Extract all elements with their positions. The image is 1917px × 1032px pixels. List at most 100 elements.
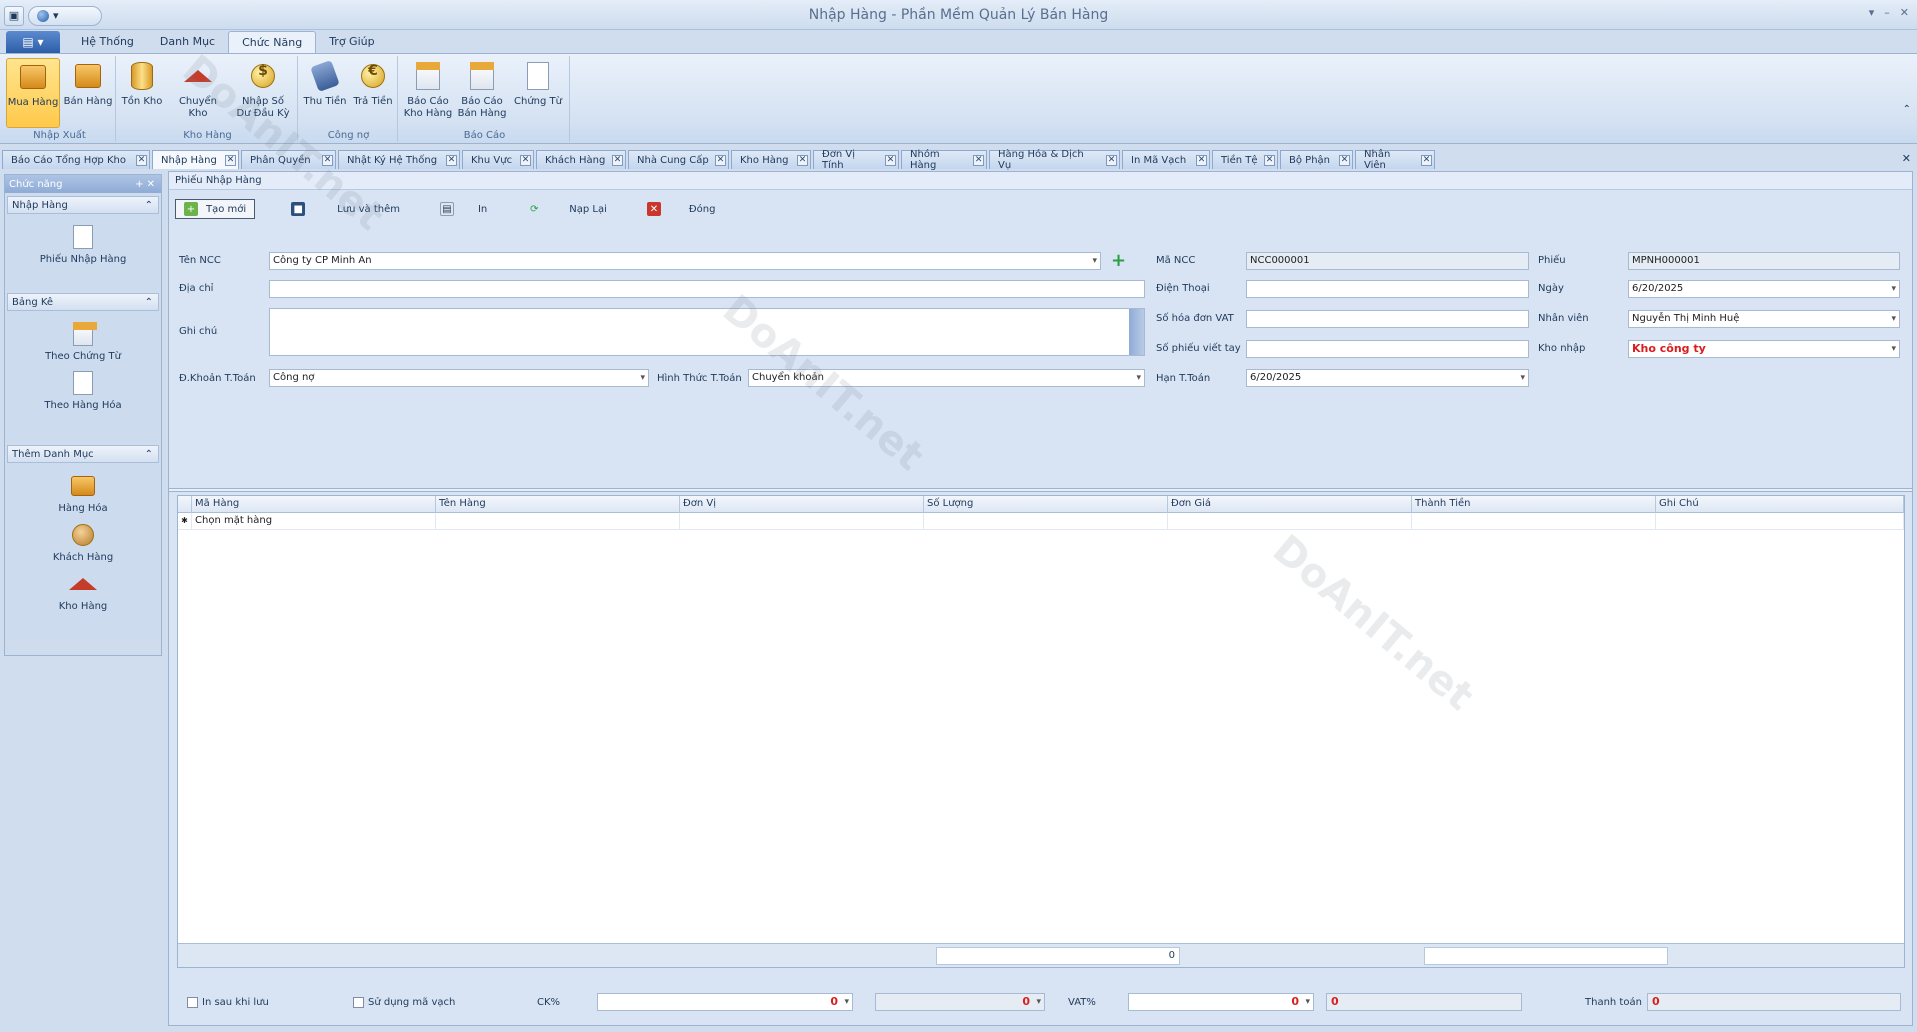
close-icon[interactable]: ✕	[1900, 6, 1909, 19]
close-tab-icon[interactable]: ✕	[1339, 154, 1350, 166]
chung-tu-button[interactable]: Chứng Từ	[510, 58, 566, 128]
doc-tab[interactable]: Tiền Tệ ✕	[1212, 150, 1278, 169]
grid-cell[interactable]	[924, 513, 1168, 530]
close-tab-icon[interactable]: ✕	[1106, 154, 1117, 166]
close-tab-icon[interactable]: ✕	[1196, 154, 1207, 166]
close-tab-icon[interactable]: ✕	[520, 154, 531, 166]
nav-group-them-danh-muc[interactable]: Thêm Danh Mục ⌃	[7, 445, 159, 463]
ton-kho-button[interactable]: Tồn Kho	[120, 58, 164, 128]
vat-percent-input[interactable]: 0	[1128, 993, 1314, 1011]
collapse-icon[interactable]: ⌃	[145, 449, 153, 460]
ghi-chu-scrollbar[interactable]	[1129, 309, 1144, 355]
close-tab-icon[interactable]: ✕	[225, 154, 236, 166]
close-all-tabs-icon[interactable]: ✕	[1902, 152, 1911, 165]
mua-hang-button[interactable]: Mua Hàng	[6, 58, 60, 128]
collapse-ribbon-icon[interactable]: ⌃	[1903, 104, 1911, 115]
column-header[interactable]: Đơn Vị	[680, 496, 924, 513]
tab-chuc-nang[interactable]: Chức Năng	[228, 31, 317, 53]
grid-new-row[interactable]: ✱ Chọn mặt hàng	[178, 513, 1904, 530]
tab-he-thong[interactable]: Hệ Thống	[68, 31, 147, 53]
ck-percent-input[interactable]: 0	[597, 993, 853, 1011]
ht-toan-select[interactable]: Chuyển khoản	[748, 369, 1145, 387]
in-sau-khi-luu-checkbox[interactable]	[187, 997, 198, 1008]
chuyen-kho-button[interactable]: Chuyển Kho	[168, 58, 228, 128]
doc-tab[interactable]: Nhóm Hàng ✕	[901, 149, 987, 171]
dk-toan-select[interactable]: Công nợ	[269, 369, 649, 387]
nav-item-kho-hang[interactable]: Kho Hàng	[59, 571, 107, 612]
nav-group-nhap-hang[interactable]: Nhập Hàng ⌃	[7, 196, 159, 214]
collapse-icon[interactable]: ⌃	[145, 297, 153, 308]
bao-cao-ban-hang-button[interactable]: Báo Cáo Bán Hàng	[456, 58, 508, 128]
minimize-icon[interactable]: –	[1884, 6, 1890, 19]
splitter[interactable]	[169, 488, 1912, 492]
close-tab-icon[interactable]: ✕	[797, 154, 808, 166]
doc-tab[interactable]: Nhập Hàng ✕	[152, 150, 239, 169]
close-tab-icon[interactable]: ✕	[446, 154, 457, 166]
ngay-date[interactable]: 6/20/2025	[1628, 280, 1900, 298]
nav-item-theo-hang-hoa[interactable]: Theo Hàng Hóa	[44, 370, 122, 411]
ghi-chu-textarea[interactable]	[269, 308, 1145, 356]
doc-tab[interactable]: In Mã Vạch ✕	[1122, 150, 1210, 169]
tra-tien-button[interactable]: € Trả Tiền	[350, 58, 396, 128]
su-dung-ma-vach-checkbox[interactable]	[353, 997, 364, 1008]
luu-va-them-button[interactable]: ■ Lưu và thêm	[283, 200, 408, 218]
doc-tab[interactable]: Kho Hàng ✕	[731, 150, 811, 169]
grid-cell[interactable]	[1656, 513, 1904, 530]
close-tab-icon[interactable]: ✕	[612, 154, 623, 166]
doc-tab[interactable]: Hàng Hóa & Dịch Vụ ✕	[989, 149, 1120, 171]
column-header[interactable]: Thành Tiền	[1412, 496, 1656, 513]
so-phieu-tay-input[interactable]	[1246, 340, 1529, 358]
nav-group-bang-ke[interactable]: Bảng Kê ⌃	[7, 293, 159, 311]
doc-tab[interactable]: Nhà Cung Cấp ✕	[628, 150, 729, 169]
app-menu-button[interactable]: ▤ ▾	[6, 31, 60, 53]
nhap-so-du-button[interactable]: $ Nhập Số Dư Đầu Kỳ	[232, 58, 294, 128]
new-row-cell[interactable]: Chọn mặt hàng	[192, 513, 436, 530]
bao-cao-kho-hang-button[interactable]: Báo Cáo Kho Hàng	[402, 58, 454, 128]
doc-tab[interactable]: Báo Cáo Tổng Hợp Kho ✕	[2, 150, 150, 169]
nap-lai-button[interactable]: ⟳ Nạp Lại	[519, 200, 615, 218]
doc-tab[interactable]: Nhật Ký Hệ Thống ✕	[338, 150, 460, 169]
options-icon[interactable]: ▾	[1869, 6, 1875, 19]
close-tab-icon[interactable]: ✕	[1421, 154, 1432, 166]
so-hd-vat-input[interactable]	[1246, 310, 1529, 328]
in-button[interactable]: ▤ In	[432, 200, 495, 218]
grid-cell[interactable]	[436, 513, 680, 530]
doc-tab[interactable]: Khu Vực ✕	[462, 150, 534, 169]
column-header[interactable]: Mã Hàng	[192, 496, 436, 513]
collapse-icon[interactable]: ⌃	[145, 200, 153, 211]
doc-tab[interactable]: Nhân Viên ✕	[1355, 149, 1435, 171]
grid-cell[interactable]	[680, 513, 924, 530]
close-tab-icon[interactable]: ✕	[322, 154, 333, 166]
thu-tien-button[interactable]: Thu Tiền	[302, 58, 348, 128]
close-tab-icon[interactable]: ✕	[973, 154, 984, 166]
dia-chi-input[interactable]	[269, 280, 1145, 298]
column-header[interactable]: Tên Hàng	[436, 496, 680, 513]
nav-item-khach-hang[interactable]: Khách Hàng	[53, 522, 113, 563]
pin-close-icons[interactable]: + ✕	[135, 179, 155, 190]
close-tab-icon[interactable]: ✕	[1264, 154, 1275, 166]
close-tab-icon[interactable]: ✕	[885, 154, 896, 166]
tab-tro-giup[interactable]: Trợ Giúp	[316, 31, 387, 53]
doc-tab[interactable]: Bộ Phận ✕	[1280, 150, 1353, 169]
dien-thoai-input[interactable]	[1246, 280, 1529, 298]
ban-hang-button[interactable]: Bán Hàng	[62, 58, 114, 128]
doc-tab[interactable]: Khách Hàng ✕	[536, 150, 626, 169]
han-toan-date[interactable]: 6/20/2025	[1246, 369, 1529, 387]
doc-tab[interactable]: Phân Quyền ✕	[241, 150, 336, 169]
dong-button[interactable]: ✕ Đóng	[639, 200, 724, 218]
kho-nhap-select[interactable]: Kho công ty	[1628, 340, 1900, 358]
nav-item-hang-hoa[interactable]: Hàng Hóa	[58, 473, 108, 514]
doc-tab[interactable]: Đơn Vị Tính ✕	[813, 149, 899, 171]
column-header[interactable]: Số Lượng	[924, 496, 1168, 513]
nav-item-phieu-nhap-hang[interactable]: Phiếu Nhập Hàng	[40, 224, 126, 265]
add-supplier-icon[interactable]: +	[1111, 252, 1126, 270]
column-header[interactable]: Ghi Chú	[1656, 496, 1904, 513]
nav-item-theo-chung-tu[interactable]: Theo Chứng Từ	[45, 321, 121, 362]
tao-moi-button[interactable]: + Tạo mới	[175, 199, 256, 219]
close-tab-icon[interactable]: ✕	[715, 154, 726, 166]
tab-danh-muc[interactable]: Danh Mục	[147, 31, 228, 53]
nhan-vien-select[interactable]: Nguyễn Thị Minh Huệ	[1628, 310, 1900, 328]
close-tab-icon[interactable]: ✕	[136, 154, 147, 166]
ten-ncc-select[interactable]: Công ty CP Minh An	[269, 252, 1101, 270]
grid-cell[interactable]	[1168, 513, 1412, 530]
